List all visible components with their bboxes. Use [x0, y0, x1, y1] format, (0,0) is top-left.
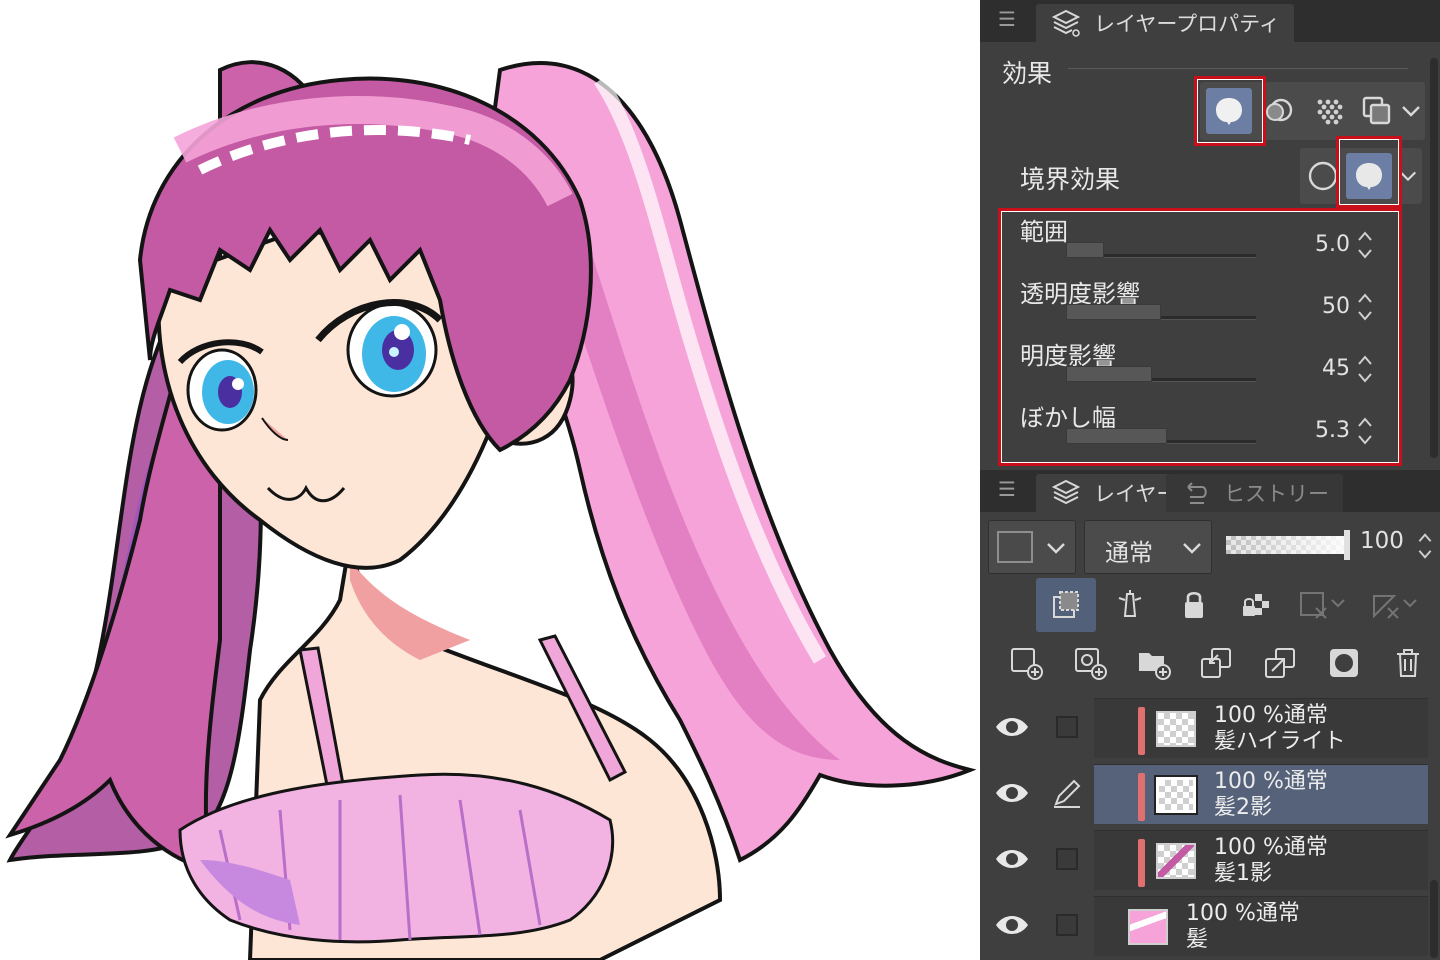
layer-item-body[interactable]: 100 %通常 髪1影: [1094, 830, 1428, 890]
chevron-down-icon: [1047, 543, 1065, 554]
boundary-effect-label: 境界効果: [1020, 165, 1121, 194]
layer-color-swatch: [997, 531, 1033, 563]
lock-layer-button[interactable]: [1164, 578, 1224, 632]
mask-enable-button[interactable]: [1292, 578, 1352, 632]
illustration: [5, 60, 977, 960]
transfer-down-icon: [1201, 648, 1231, 678]
blend-mode-select[interactable]: 通常: [1084, 520, 1212, 574]
tab-layer-property-label: レイヤープロパティ: [1094, 12, 1280, 36]
layer-item-selected[interactable]: 100 %通常 髪2影: [980, 762, 1440, 826]
layer-item-body[interactable]: 100 %通常 髪ハイライト: [1094, 698, 1428, 758]
layer-item-body[interactable]: 100 %通常 髪2影: [1094, 764, 1428, 824]
layer-select-checkbox[interactable]: [1056, 914, 1078, 936]
halftone-button[interactable]: [1306, 88, 1352, 134]
tab-layer-label: レイヤー: [1094, 482, 1178, 506]
chevron-down-icon: [1183, 543, 1201, 554]
property-tabbar: ☰ レイヤープロパティ: [980, 0, 1440, 42]
mask-disabled-icon: [1300, 592, 1345, 619]
layer-item-body[interactable]: 100 %通常 髪: [1094, 896, 1428, 956]
layer-thumbnail: [1156, 711, 1196, 747]
blend-mode-value: 通常: [1105, 539, 1153, 567]
clip-icon: [1053, 591, 1079, 618]
tab-history-label: ヒストリー: [1224, 482, 1329, 506]
lock-transparency-button[interactable]: [1228, 578, 1288, 632]
circle-icon: [1308, 161, 1338, 191]
layer-opacity-mode: 100 %通常: [1214, 769, 1328, 794]
new-folder-button[interactable]: [1124, 636, 1184, 690]
create-mask-button[interactable]: [1314, 636, 1374, 690]
new-folder-icon: [1139, 653, 1171, 680]
layer-color-select[interactable]: [988, 520, 1076, 574]
panel-menu-icon[interactable]: ☰: [998, 8, 1020, 30]
mask-icon: [1330, 649, 1358, 677]
clipping-indicator: [1138, 707, 1145, 755]
trash-icon: [1397, 649, 1419, 677]
lighthouse-icon: [1118, 590, 1142, 617]
ruler-disabled-icon: [1373, 595, 1417, 619]
layer-color-icon: [1362, 96, 1391, 125]
merge-down-button[interactable]: [1250, 636, 1310, 690]
layers-icon: [1051, 479, 1081, 505]
layer-color-button[interactable]: [1354, 88, 1400, 134]
layer-opacity-mode: 100 %通常: [1214, 703, 1328, 728]
clipping-indicator: [1138, 839, 1145, 887]
new-vector-layer-button[interactable]: [1060, 636, 1120, 690]
highlight-box-params: [998, 208, 1402, 466]
layer-item[interactable]: 100 %通常 髪ハイライト: [980, 696, 1440, 760]
pen-icon: [1054, 779, 1081, 808]
layer-select-checkbox[interactable]: [1056, 848, 1078, 870]
layer-opacity-mode: 100 %通常: [1186, 901, 1300, 926]
section-divider: [1068, 68, 1408, 69]
layer-property-icon: [1051, 9, 1081, 37]
layer-toolbar: 通常 100: [980, 514, 1440, 694]
opacity-slider[interactable]: [1226, 530, 1352, 560]
eye-icon[interactable]: [994, 712, 1030, 742]
ruler-range-button[interactable]: [1364, 578, 1424, 632]
layer-name: 髪2影: [1214, 795, 1272, 820]
reference-layer-button[interactable]: [1100, 578, 1160, 632]
merge-down-icon: [1265, 648, 1295, 678]
eye-icon[interactable]: [994, 910, 1030, 940]
layer-opacity-mode: 100 %通常: [1214, 835, 1328, 860]
property-panel: ☰ レイヤープロパティ 効果 境界効果 範囲 5.0 透明度影響 50 明度影響…: [980, 0, 1440, 960]
layer-name: 髪ハイライト: [1214, 729, 1346, 754]
eye-icon[interactable]: [994, 844, 1030, 874]
opacity-value[interactable]: 100: [1360, 528, 1404, 554]
layer-name: 髪: [1186, 927, 1209, 952]
spin-arrows-icon[interactable]: [1416, 530, 1434, 562]
tab-history[interactable]: ヒストリー: [1166, 474, 1343, 512]
lock-transparent-icon: [1243, 594, 1269, 616]
new-raster-layer-button[interactable]: [996, 636, 1056, 690]
layer-thumbnail: [1156, 843, 1196, 879]
tab-layer-property[interactable]: レイヤープロパティ: [1036, 4, 1294, 42]
layer-name: 髪1影: [1214, 861, 1272, 886]
clip-to-layer-below-button[interactable]: [1036, 578, 1096, 632]
delete-layer-button[interactable]: [1378, 636, 1438, 690]
layer-list-scrollbar[interactable]: [1430, 880, 1438, 958]
highlight-box-watercolor: [1336, 136, 1402, 208]
clipping-indicator: [1138, 773, 1145, 821]
transfer-to-layer-below-button[interactable]: [1186, 636, 1246, 690]
layer-thumbnail: [1128, 909, 1168, 945]
layer-item[interactable]: 100 %通常 髪: [980, 894, 1440, 958]
halftone-icon: [1317, 99, 1343, 125]
new-layer-icon: [1011, 648, 1043, 680]
drawing-canvas[interactable]: [0, 0, 980, 960]
panel-menu-icon[interactable]: ☰: [998, 478, 1020, 500]
layer-tabbar: ☰ レイヤー ヒストリー: [980, 470, 1440, 512]
dress-ruffle: [178, 772, 615, 944]
layer-thumbnail: [1154, 775, 1198, 815]
new-vector-layer-icon: [1075, 648, 1107, 680]
effects-dropdown-button[interactable]: [1396, 88, 1426, 134]
layer-item[interactable]: 100 %通常 髪1影: [980, 828, 1440, 892]
property-scrollbar[interactable]: [1430, 58, 1438, 458]
layer-select-checkbox[interactable]: [1056, 716, 1078, 738]
eye-icon[interactable]: [994, 778, 1030, 808]
history-icon: [1187, 482, 1207, 504]
tone-icon: [1266, 98, 1293, 122]
lock-icon: [1185, 591, 1203, 618]
chevron-down-icon: [1402, 106, 1420, 117]
highlight-box-effect: [1194, 76, 1266, 146]
effects-title: 効果: [1002, 59, 1053, 88]
